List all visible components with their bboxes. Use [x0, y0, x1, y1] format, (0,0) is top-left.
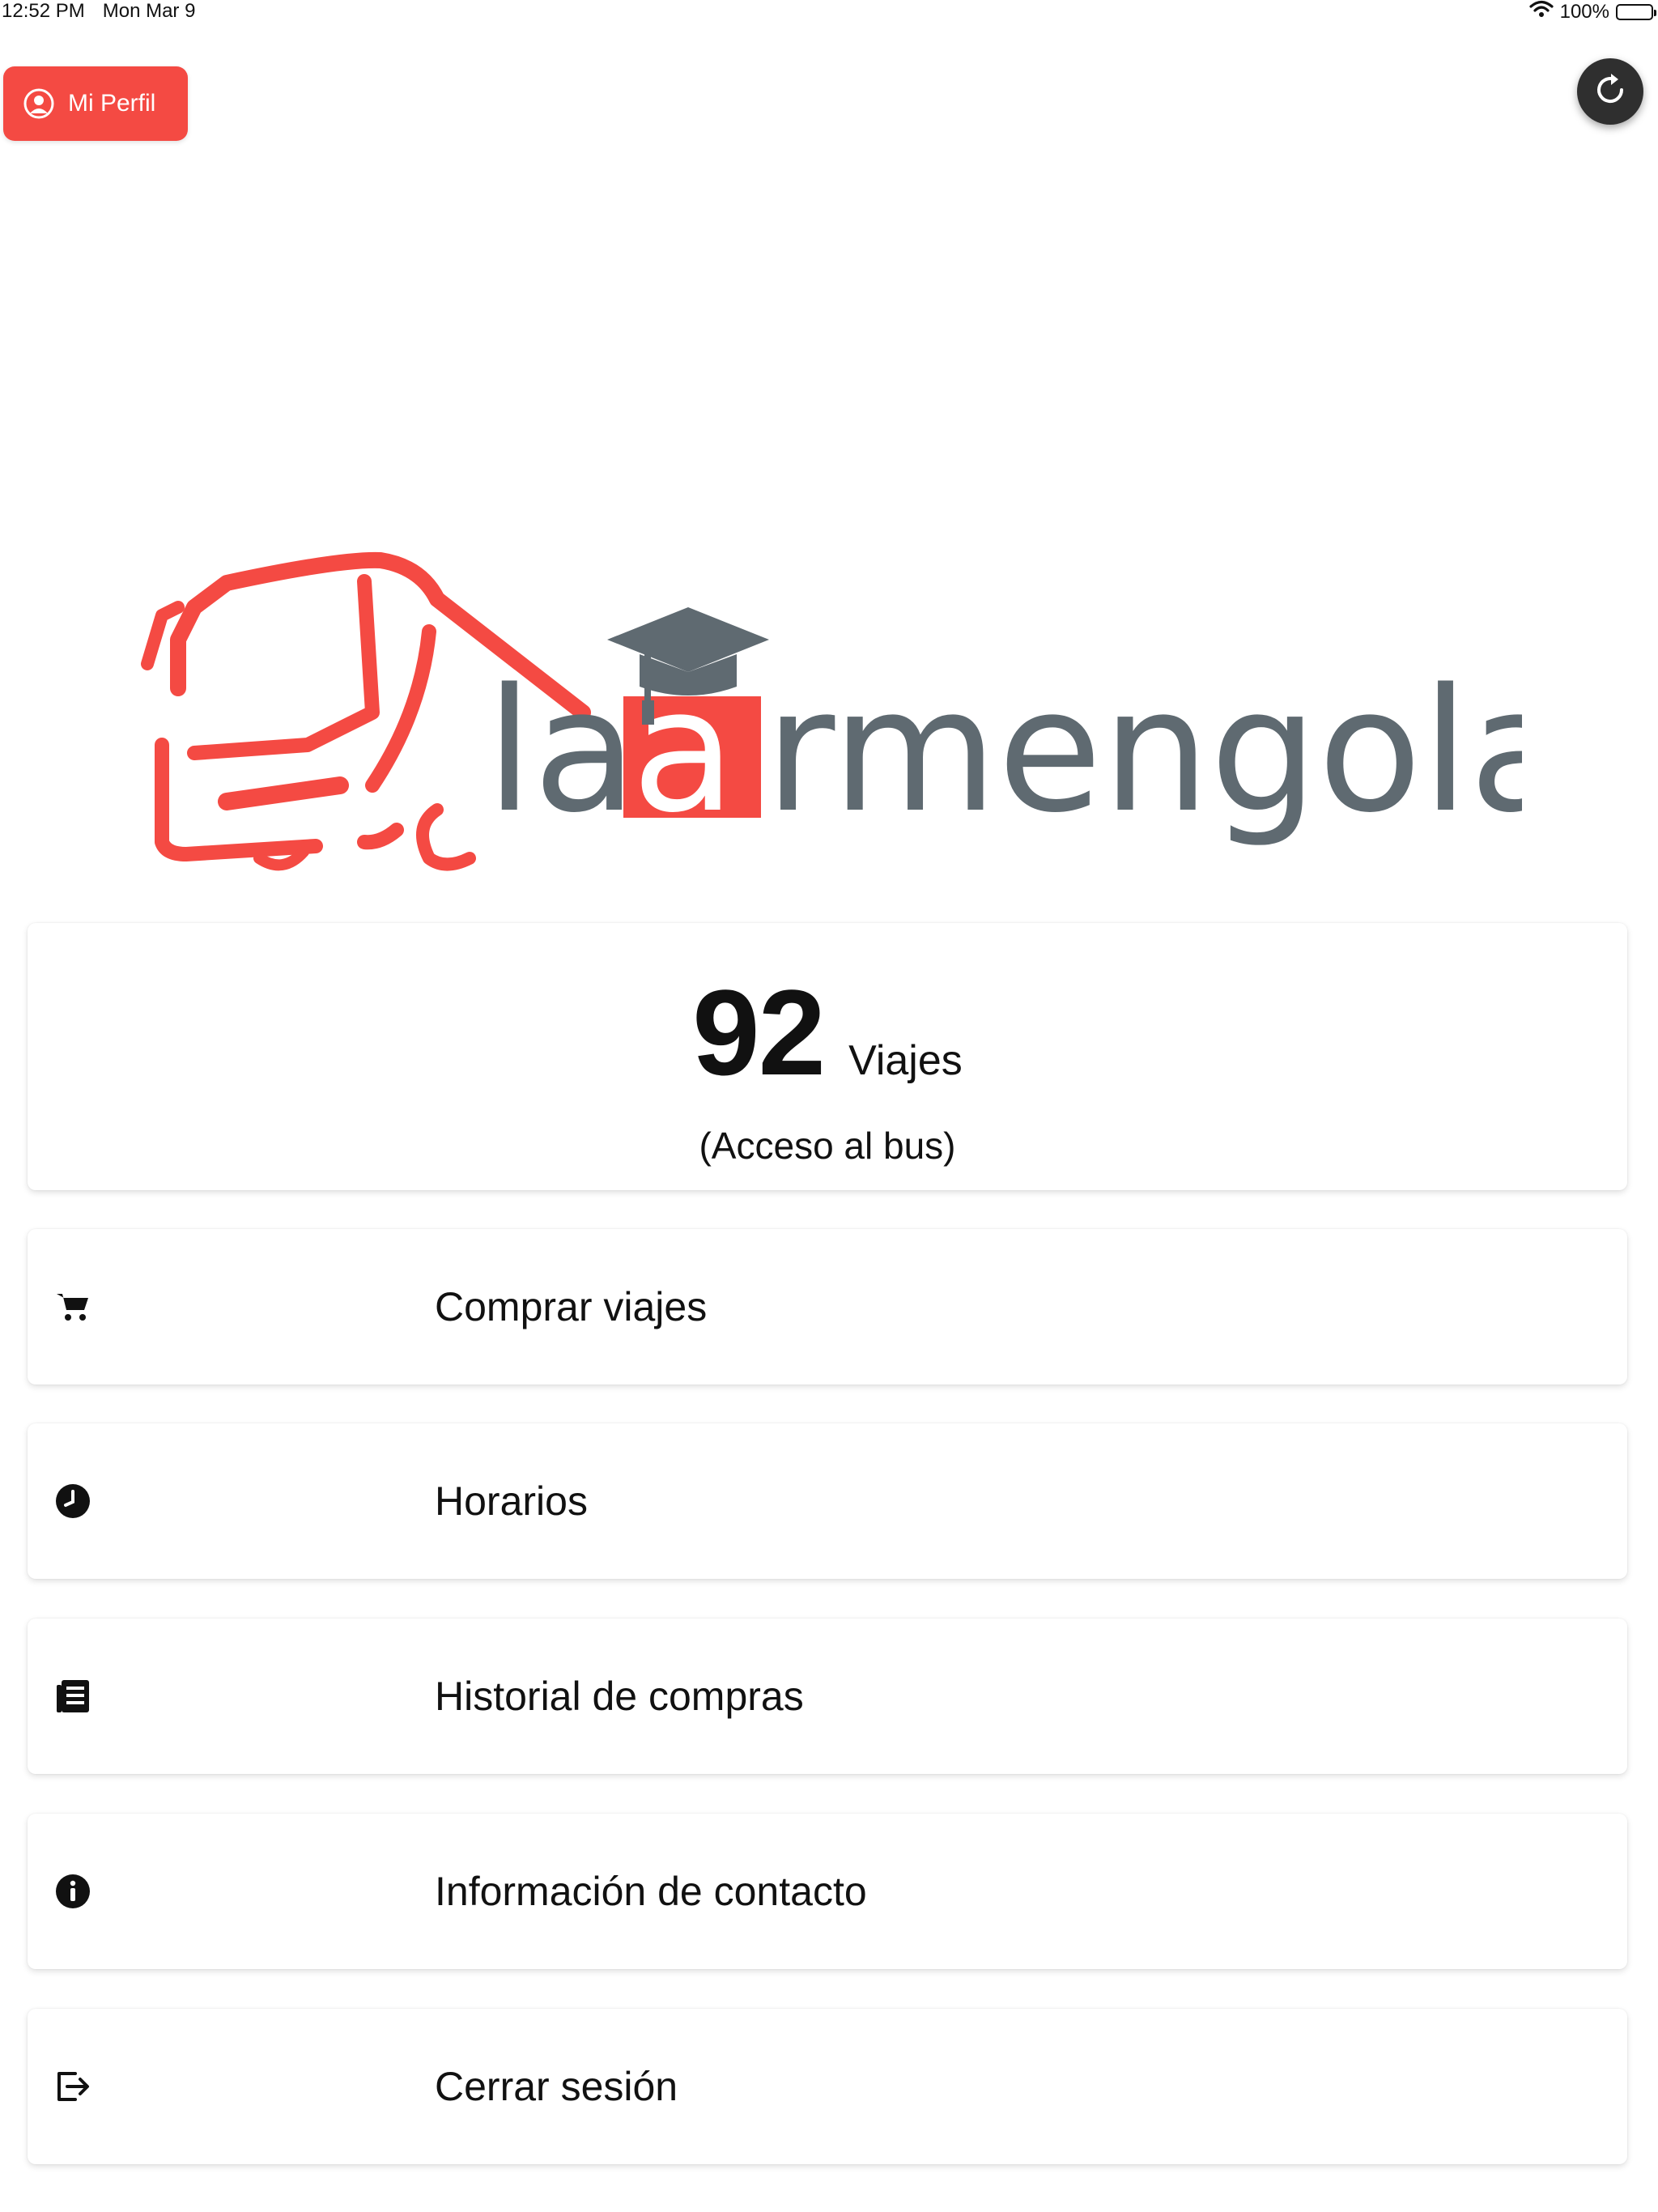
trips-subtitle: (Acceso al bus) — [699, 1125, 956, 1167]
trips-unit: Viajes — [848, 1037, 963, 1084]
status-bar: 12:52 PM Mon Mar 9 100% — [0, 0, 1658, 26]
wifi-icon — [1529, 0, 1554, 23]
laarmengola-logo: la a rmengola — [130, 551, 1573, 891]
menu-item-label: Cerrar sesión — [435, 2064, 678, 2109]
menu-item-historial-de-compras[interactable]: Historial de compras — [28, 1619, 1627, 1774]
menu-item-informacion-de-contacto[interactable]: Información de contacto — [28, 1814, 1627, 1969]
logout-icon — [53, 2067, 92, 2106]
menu-item-label: Historial de compras — [435, 1674, 804, 1719]
status-time: 12:52 PM — [2, 0, 85, 22]
battery-percent: 100% — [1559, 0, 1609, 23]
profile-button[interactable]: Mi Perfil — [3, 66, 188, 141]
menu-item-comprar-viajes[interactable]: Comprar viajes — [28, 1229, 1627, 1385]
refresh-icon — [1592, 71, 1629, 113]
menu-item-label: Horarios — [435, 1478, 588, 1524]
status-date: Mon Mar 9 — [102, 0, 196, 22]
refresh-button[interactable] — [1577, 58, 1643, 125]
cart-icon — [53, 1287, 92, 1326]
user-icon — [23, 87, 55, 120]
logo-text-rmengola: rmengola — [765, 652, 1522, 850]
menu-item-cerrar-sesion[interactable]: Cerrar sesión — [28, 2009, 1627, 2164]
trips-count: 92 — [692, 964, 826, 1100]
logo-text-la: la — [486, 652, 637, 850]
list-icon — [53, 1677, 92, 1716]
clock-icon — [53, 1482, 92, 1521]
trips-card: 92 Viajes (Acceso al bus) — [28, 923, 1627, 1190]
info-icon — [53, 1872, 92, 1911]
battery-icon — [1616, 3, 1656, 20]
profile-button-label: Mi Perfil — [68, 90, 156, 117]
menu-item-label: Comprar viajes — [435, 1284, 708, 1329]
menu-item-label: Información de contacto — [435, 1869, 867, 1914]
menu-item-horarios[interactable]: Horarios — [28, 1423, 1627, 1579]
